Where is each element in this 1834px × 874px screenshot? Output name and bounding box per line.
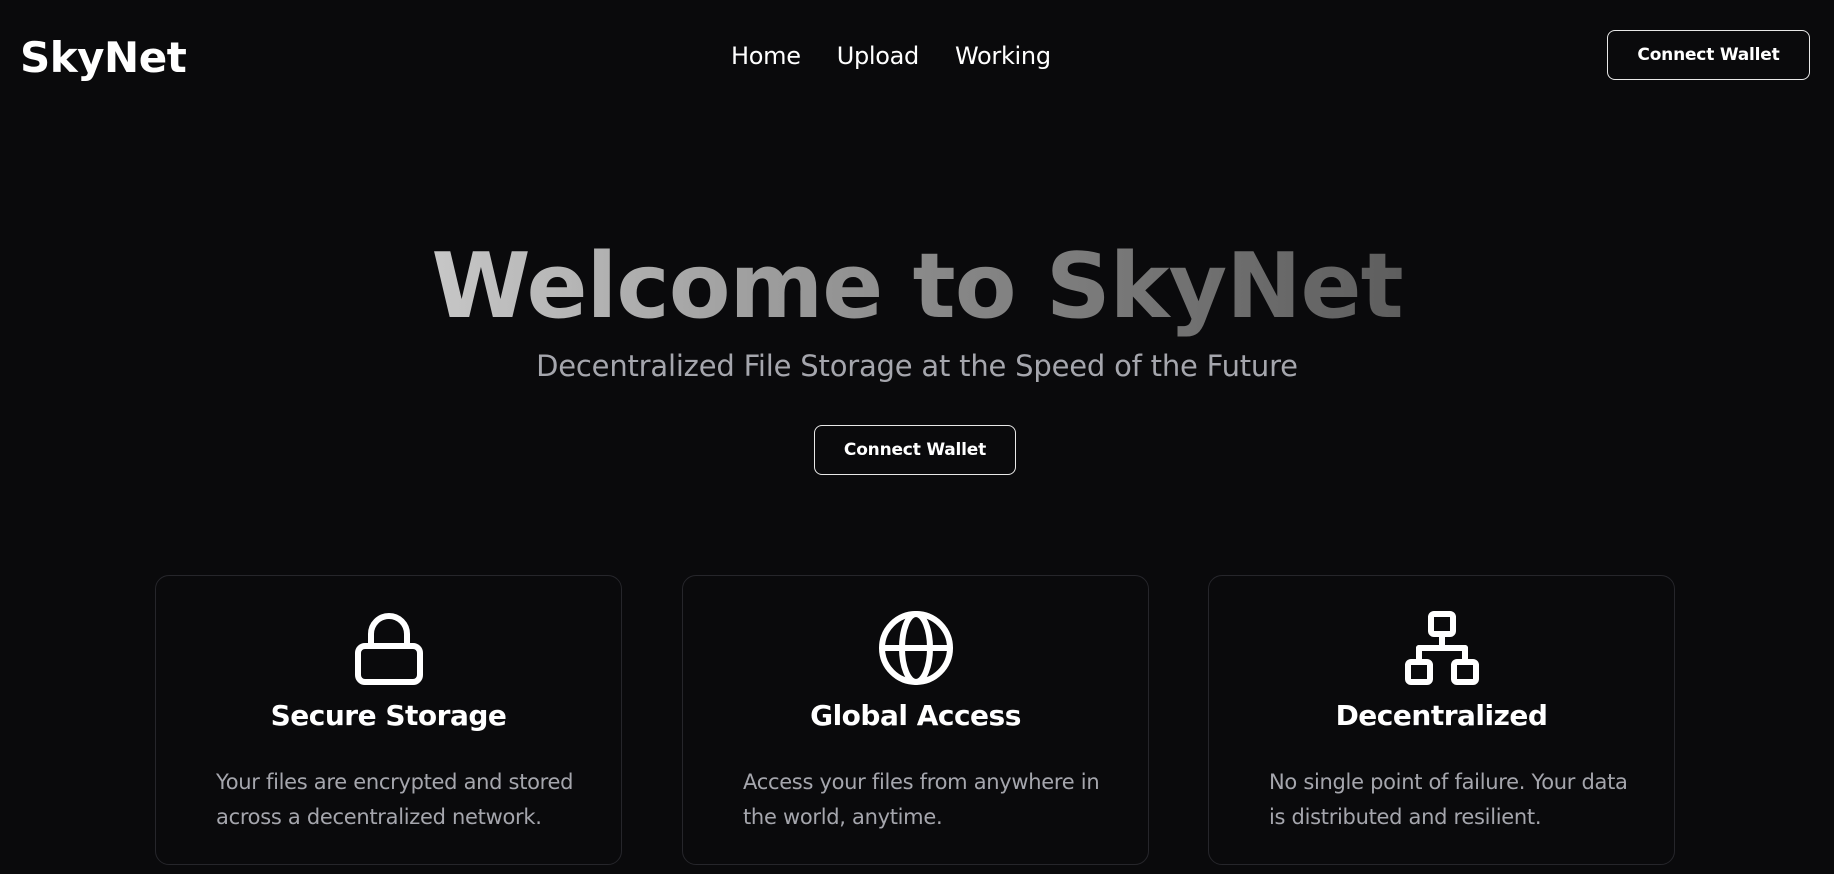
globe-icon <box>878 610 954 686</box>
feature-card-decentralized: Decentralized No single point of failure… <box>1208 575 1675 865</box>
site-logo[interactable]: SkyNet <box>20 30 187 86</box>
feature-description: Access your files from anywhere in the w… <box>743 770 1100 829</box>
feature-description: Your files are encrypted and stored acro… <box>216 770 574 829</box>
feature-description: No single point of failure. Your data is… <box>1269 770 1628 829</box>
nav-link-working[interactable]: Working <box>955 42 1051 70</box>
lock-icon <box>351 610 427 686</box>
feature-card-secure-storage: Secure Storage Your files are encrypted … <box>155 575 622 865</box>
feature-title: Global Access <box>810 699 1021 732</box>
feature-title: Secure Storage <box>270 699 507 732</box>
nav-links: Home Upload Working <box>731 40 1051 72</box>
network-icon <box>1404 610 1480 686</box>
feature-card-global-access: Global Access Access your files from any… <box>682 575 1149 865</box>
feature-title: Decentralized <box>1335 699 1548 732</box>
navbar: SkyNet Home Upload Working Connect Walle… <box>0 0 1834 112</box>
hero-subtitle: Decentralized File Storage at the Speed … <box>536 349 1298 383</box>
nav-link-upload[interactable]: Upload <box>837 42 920 70</box>
hero-title-text: Welcome to SkyNet <box>431 234 1403 339</box>
hero-connect-wallet-button[interactable]: Connect Wallet <box>814 425 1016 475</box>
nav-connect-wallet-button[interactable]: Connect Wallet <box>1607 30 1810 80</box>
hero-title: Welcome to SkyNet <box>0 232 1834 342</box>
nav-link-home[interactable]: Home <box>731 42 801 70</box>
